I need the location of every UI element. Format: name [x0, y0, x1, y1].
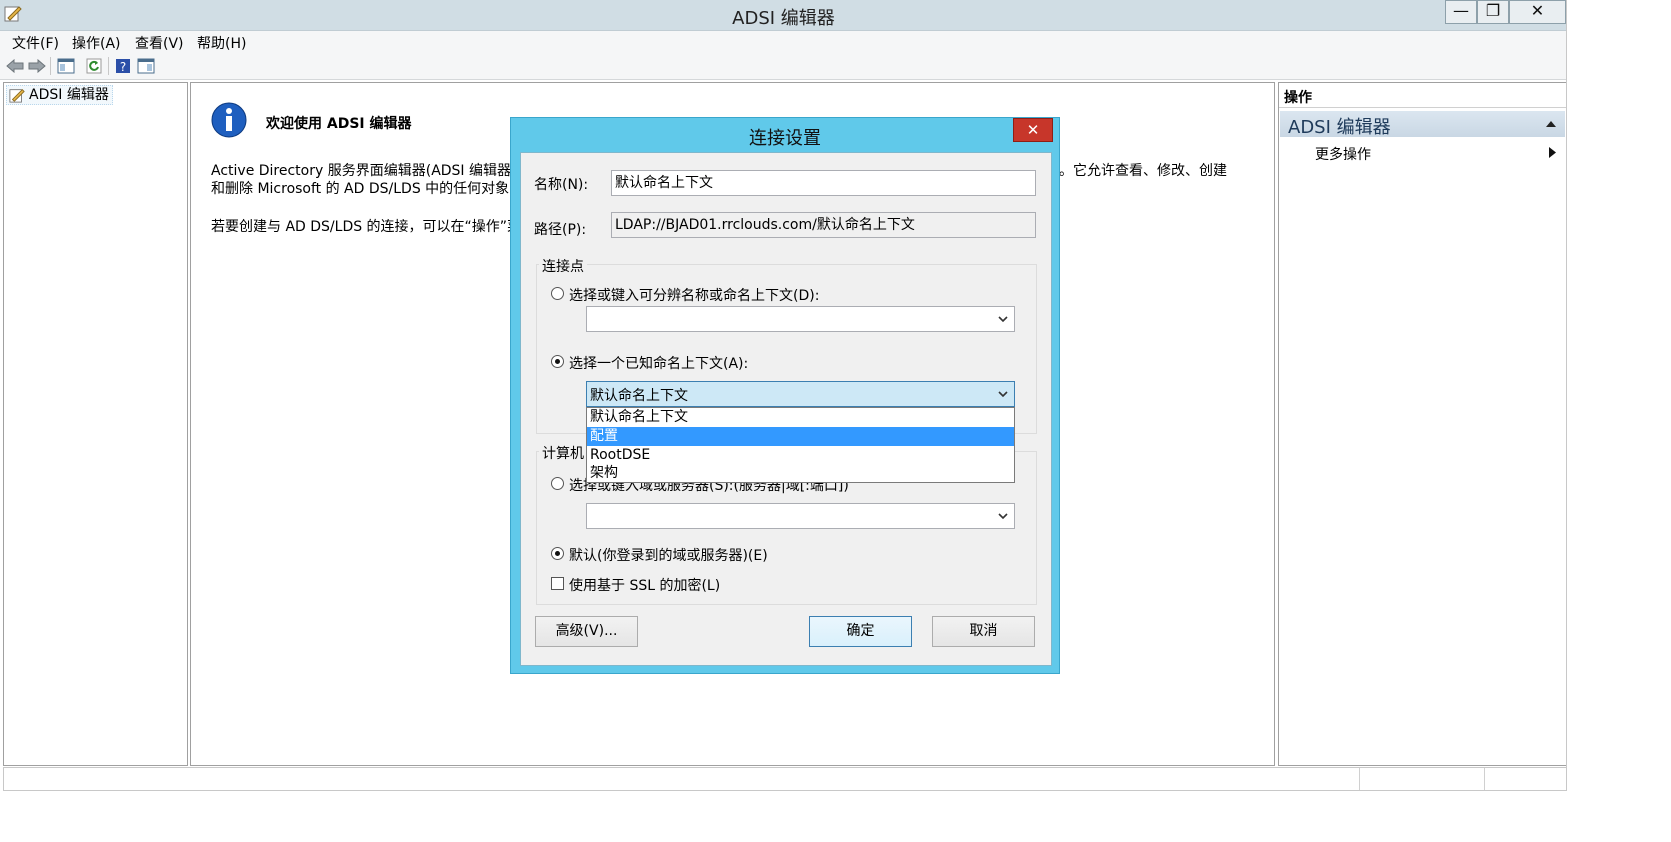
welcome-title: 欢迎使用 ADSI 编辑器 [266, 116, 412, 132]
radio-default-server[interactable] [551, 547, 564, 560]
connect-instructions: 若要创建与 AD DS/LDS 的连接，可以在“操作”菜 [211, 219, 522, 235]
dropdown-option[interactable]: 架构 [587, 464, 1014, 483]
toolbar: ? [0, 53, 1567, 80]
forward-arrow-icon[interactable] [27, 56, 47, 76]
status-divider [1359, 768, 1360, 790]
close-button[interactable]: ✕ [1509, 0, 1566, 24]
known-context-dropdown-list: 默认命名上下文 配置 RootDSE 架构 [586, 407, 1015, 483]
console-tree: ADSI 编辑器 [3, 82, 188, 766]
dropdown-option-highlighted[interactable]: 配置 [587, 427, 1014, 446]
show-hide-action-pane-icon[interactable] [136, 56, 156, 76]
tree-root-node[interactable]: ADSI 编辑器 [6, 85, 113, 105]
minimize-button[interactable]: — [1445, 0, 1477, 24]
help-icon[interactable]: ? [113, 56, 133, 76]
dropdown-option[interactable]: RootDSE [587, 446, 1014, 465]
dialog-close-button[interactable]: ✕ [1013, 118, 1053, 142]
ssl-checkbox-label[interactable]: 使用基于 SSL 的加密(L) [569, 575, 720, 595]
radio-default-server-label[interactable]: 默认(你登录到的域或服务器)(E) [569, 545, 768, 565]
name-field[interactable]: 默认命名上下文 [611, 170, 1036, 196]
ok-button[interactable]: 确定 [809, 616, 912, 647]
description-line-2: 和删除 Microsoft 的 AD DS/LDS 中的任何对象 [211, 181, 510, 197]
status-bar [3, 767, 1567, 791]
menu-view[interactable]: 查看(V) [135, 33, 184, 53]
action-pane: 操作 ADSI 编辑器 更多操作 [1278, 82, 1567, 766]
menu-help[interactable]: 帮助(H) [197, 33, 246, 53]
maximize-button[interactable]: ❐ [1477, 0, 1509, 24]
connection-point-title: 连接点 [539, 256, 587, 276]
submenu-arrow-icon [1549, 147, 1556, 158]
toolbar-separator [108, 57, 109, 75]
chevron-down-icon [998, 316, 1008, 323]
more-actions-item[interactable]: 更多操作 [1280, 142, 1565, 164]
advanced-button[interactable]: 高级(V)... [535, 616, 638, 647]
action-pane-title: 操作 [1284, 90, 1312, 106]
menu-file[interactable]: 文件(F) [12, 33, 59, 53]
distinguished-name-combobox[interactable] [586, 306, 1015, 332]
radio-distinguished-name[interactable] [551, 287, 564, 300]
menu-action[interactable]: 操作(A) [72, 33, 121, 53]
radio-distinguished-name-label[interactable]: 选择或键入可分辨名称或命名上下文(D): [569, 285, 819, 305]
dialog-title: 连接设置 [749, 128, 821, 149]
ssl-checkbox[interactable] [551, 577, 564, 590]
description-line-1: Active Directory 服务界面编辑器(ADSI 编辑器) [211, 163, 517, 179]
window-title: ADSI 编辑器 [732, 8, 835, 29]
toolbar-separator [50, 57, 51, 75]
name-label: 名称(N): [534, 177, 589, 193]
radio-server[interactable] [551, 477, 564, 490]
path-label: 路径(P): [534, 222, 587, 238]
window-right-border [1566, 0, 1567, 790]
menu-bar: 文件(F) 操作(A) 查看(V) 帮助(H) [0, 31, 1567, 53]
chevron-down-icon [998, 391, 1008, 398]
known-context-value: 默认命名上下文 [590, 388, 688, 404]
description-line-1-continued: 。它允许查看、修改、创建 [1059, 163, 1227, 179]
chevron-down-icon [998, 513, 1008, 520]
path-field: LDAP://BJAD01.rrclouds.com/默认命名上下文 [611, 212, 1036, 238]
known-context-combobox[interactable]: 默认命名上下文 [586, 381, 1015, 407]
collapse-up-icon[interactable] [1546, 120, 1556, 127]
cancel-button[interactable]: 取消 [932, 616, 1035, 647]
server-combobox[interactable] [586, 503, 1015, 529]
title-bar: ADSI 编辑器 — ❐ ✕ [0, 0, 1567, 31]
action-pane-header: 操作 [1279, 83, 1566, 108]
computer-group-title: 计算机 [539, 443, 587, 463]
action-section-header[interactable]: ADSI 编辑器 [1280, 111, 1565, 138]
status-divider [1484, 768, 1485, 790]
refresh-icon[interactable] [84, 56, 104, 76]
more-actions-label: 更多操作 [1315, 147, 1371, 163]
info-icon [211, 102, 247, 138]
radio-known-context[interactable] [551, 355, 564, 368]
action-section-title: ADSI 编辑器 [1288, 117, 1391, 138]
back-arrow-icon[interactable] [5, 56, 25, 76]
svg-text:?: ? [120, 60, 126, 74]
tree-root-label: ADSI 编辑器 [29, 87, 109, 103]
adsi-editor-icon [9, 89, 25, 103]
radio-known-context-label[interactable]: 选择一个已知命名上下文(A): [569, 353, 748, 373]
show-hide-console-tree-icon[interactable] [56, 56, 76, 76]
dropdown-option[interactable]: 默认命名上下文 [587, 408, 1014, 427]
